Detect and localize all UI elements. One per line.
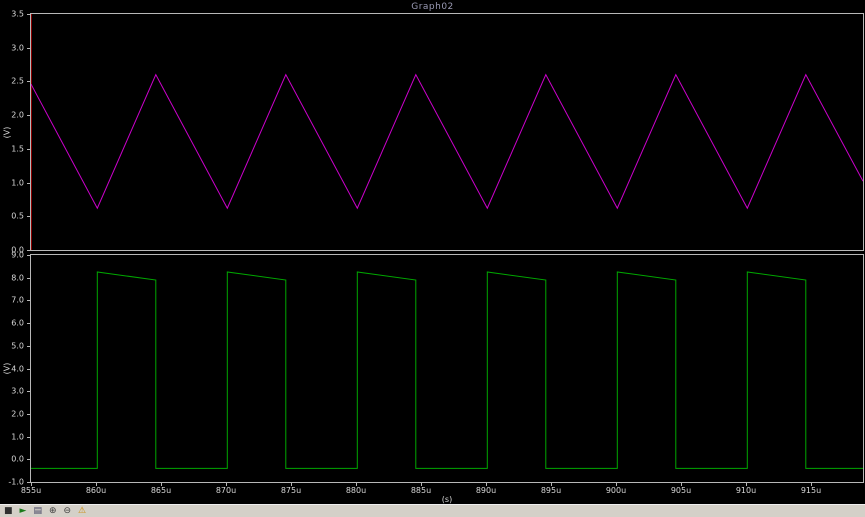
y-tick-mark — [27, 182, 30, 184]
x-tick-label: 895u — [540, 486, 562, 495]
x-tick-mark — [226, 483, 227, 486]
y-tick-mark — [27, 277, 30, 279]
triangle-wave-svg — [31, 14, 863, 250]
y-tick-label: 8.0 — [11, 273, 24, 283]
y-tick-label: 9.0 — [11, 250, 24, 260]
y-tick-label: 7.0 — [11, 295, 24, 305]
y-tick-mark — [27, 391, 30, 393]
y-tick-mark — [27, 255, 30, 256]
x-tick-mark — [811, 483, 812, 486]
graph-window: Graph02 (V) (V) 3.5 3.0 2.5 2.0 1.5 1.0 0.5 0.0… — [0, 0, 865, 517]
y-tick-mark — [27, 14, 30, 15]
x-tick-label: 860u — [85, 486, 107, 495]
y-axis-ticks-bottom: 9.0 8.0 7.0 6.0 5.0 4.0 3.0 2.0 1.0 0.0 -1.0 — [0, 0, 27, 517]
x-tick-mark — [616, 483, 617, 486]
play-icon[interactable]: ► — [20, 506, 27, 517]
x-tick-mark — [96, 483, 97, 486]
y-tick-mark — [27, 300, 30, 302]
x-tick-label: 885u — [410, 486, 432, 495]
x-tick-label: 915u — [800, 486, 822, 495]
x-tick-mark — [291, 483, 292, 486]
x-tick-label: 890u — [475, 486, 497, 495]
y-tick-label: 5.0 — [11, 341, 24, 351]
x-tick-label: 910u — [735, 486, 757, 495]
y-tick-mark — [27, 345, 30, 347]
y-tick-mark — [27, 323, 30, 325]
y-tick-mark — [27, 148, 30, 150]
x-tick-mark — [681, 483, 682, 486]
square-wave-svg — [31, 271, 863, 469]
x-axis-label: (s) — [441, 495, 453, 504]
x-tick-label: 900u — [605, 486, 627, 495]
y-tick-mark — [27, 413, 30, 415]
y-tick-mark — [27, 81, 30, 83]
square-wave-plot[interactable] — [30, 254, 864, 483]
y-tick-mark — [27, 436, 30, 438]
y-tick-label: 1.0 — [11, 432, 24, 442]
y-tick-label: 4.0 — [11, 364, 24, 373]
y-tick-label: 0.0 — [11, 454, 24, 464]
x-tick-mark — [746, 483, 747, 486]
y-tick-mark — [27, 482, 30, 483]
x-tick-mark — [421, 483, 422, 486]
y-tick-mark — [27, 47, 30, 49]
y-tick-label: 6.0 — [11, 318, 24, 328]
x-tick-label: 880u — [345, 486, 367, 495]
triangle-trace — [31, 73, 863, 210]
taskbar: ■ ► ▤ ⊕ ⊖ ⚠ — [0, 504, 865, 517]
warning-icon[interactable]: ⚠ — [78, 506, 86, 517]
x-tick-label: 855u — [20, 486, 42, 495]
x-tick-label: 875u — [280, 486, 302, 495]
triangle-wave-plot[interactable] — [30, 13, 864, 251]
square-trace — [31, 271, 863, 469]
x-tick-mark — [356, 483, 357, 486]
x-tick-label: 870u — [215, 486, 237, 495]
log-icon[interactable]: ▤ — [33, 506, 42, 517]
y-tick-mark — [27, 115, 30, 117]
x-tick-mark — [551, 483, 552, 486]
y-tick-mark — [27, 250, 30, 251]
zoom-in-icon[interactable]: ⊕ — [49, 506, 57, 517]
window-title: Graph02 — [411, 2, 454, 12]
stop-icon[interactable]: ■ — [4, 506, 13, 517]
y-tick-label: 2.0 — [11, 409, 24, 419]
y-tick-label: 3.0 — [11, 386, 24, 396]
x-tick-label: 905u — [670, 486, 692, 495]
x-tick-mark — [486, 483, 487, 486]
x-tick-mark — [161, 483, 162, 486]
y-tick-mark — [27, 459, 30, 461]
x-tick-label: 865u — [150, 486, 172, 495]
zoom-out-icon[interactable]: ⊖ — [64, 506, 72, 517]
y-tick-mark — [27, 216, 30, 218]
x-tick-mark — [31, 483, 32, 486]
y-tick-mark — [27, 368, 30, 370]
